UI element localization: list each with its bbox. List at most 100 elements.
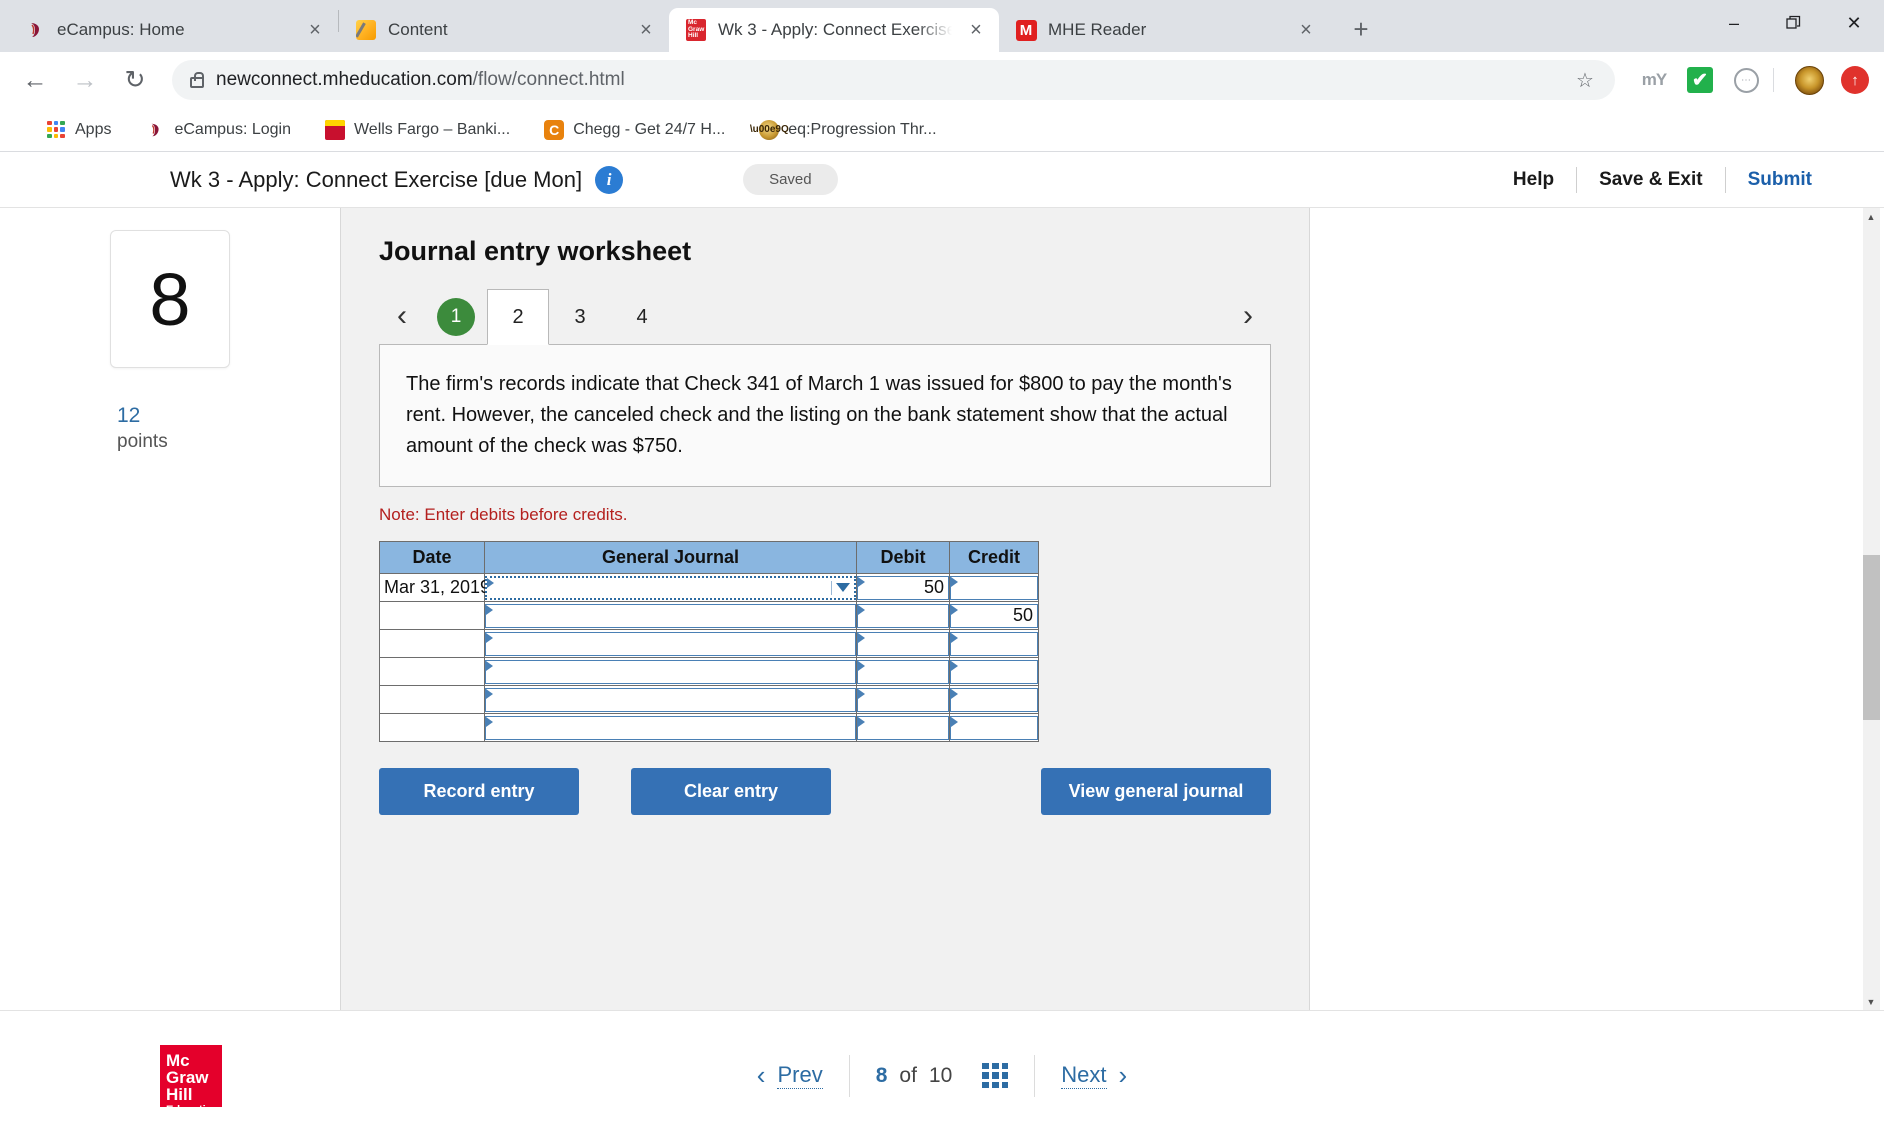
red-arrow-extension-icon[interactable]: ↑ bbox=[1838, 63, 1872, 97]
chevron-down-icon[interactable] bbox=[836, 583, 850, 592]
tab-title: MHE Reader bbox=[1048, 20, 1147, 39]
debit-input[interactable] bbox=[857, 715, 949, 740]
scrollbar-track[interactable] bbox=[1862, 225, 1880, 993]
credit-input[interactable] bbox=[950, 659, 1038, 684]
back-icon[interactable]: ← bbox=[12, 57, 58, 103]
scroll-down-icon[interactable]: ▼ bbox=[1862, 993, 1880, 1010]
browser-tab-ecampus-home[interactable]: eCampus: Home × bbox=[8, 8, 338, 52]
step-tab-3[interactable]: 3 bbox=[549, 289, 611, 345]
mcgraw-hill-icon: Mc Graw Hill bbox=[686, 19, 706, 41]
column-header-date: Date bbox=[379, 541, 485, 574]
account-select[interactable] bbox=[485, 603, 856, 628]
browser-toolbar: ← → ↻ newconnect.mheducation.com/flow/co… bbox=[0, 52, 1884, 108]
account-select[interactable] bbox=[485, 631, 856, 656]
record-entry-button[interactable]: Record entry bbox=[379, 768, 579, 815]
step-tab-1[interactable]: 1 bbox=[425, 289, 487, 345]
bookmark-eq-progression[interactable]: \u00e9Q eq:Progression Thr... bbox=[747, 115, 948, 145]
bookmark-ecampus-login[interactable]: eCampus: Login bbox=[133, 115, 303, 145]
address-bar[interactable]: newconnect.mheducation.com/flow/connect.… bbox=[172, 60, 1615, 100]
debit-input[interactable] bbox=[857, 659, 949, 684]
circle-extension-icon[interactable]: ⋯ bbox=[1729, 63, 1763, 97]
info-icon[interactable]: i bbox=[595, 165, 624, 194]
header-actions: Help Save & Exit Submit bbox=[1491, 166, 1834, 193]
step-tab-4[interactable]: 4 bbox=[611, 289, 673, 345]
reload-icon[interactable]: ↻ bbox=[112, 57, 158, 103]
bookmarks-bar: Apps eCampus: Login Wells Fargo – Banki.… bbox=[0, 108, 1884, 152]
table-header-row: Date General Journal Debit Credit bbox=[379, 541, 1039, 574]
worksheet-title: Journal entry worksheet bbox=[379, 236, 692, 266]
account-select[interactable] bbox=[485, 687, 856, 712]
divider bbox=[831, 580, 832, 595]
steps-next-icon[interactable]: › bbox=[1225, 301, 1271, 345]
university-seal-icon[interactable] bbox=[1792, 63, 1826, 97]
table-row bbox=[379, 713, 1039, 742]
debit-input[interactable]: 50 bbox=[857, 575, 949, 600]
bookmark-star-icon[interactable]: ☆ bbox=[1567, 62, 1603, 98]
credit-input[interactable] bbox=[950, 631, 1038, 656]
scrollbar-thumb[interactable] bbox=[1862, 555, 1880, 720]
browser-tab-connect-exercise[interactable]: Mc Graw Hill Wk 3 - Apply: Connect Exercis… bbox=[669, 8, 999, 52]
browser-window: eCampus: Home × Content × Mc Graw Hill Wk … bbox=[0, 0, 1884, 1140]
debit-input[interactable] bbox=[857, 603, 949, 628]
eq-icon: \u00e9Q bbox=[750, 119, 789, 140]
browser-titlebar: eCampus: Home × Content × Mc Graw Hill Wk … bbox=[0, 0, 1884, 52]
close-icon[interactable]: × bbox=[1293, 17, 1319, 43]
pencil-icon bbox=[355, 19, 377, 41]
account-select[interactable] bbox=[485, 715, 856, 740]
of-label: of bbox=[899, 1063, 917, 1087]
credit-input[interactable] bbox=[950, 575, 1038, 600]
points-block: 12 points bbox=[110, 404, 230, 453]
browser-tab-content[interactable]: Content × bbox=[339, 8, 669, 52]
help-button[interactable]: Help bbox=[1491, 169, 1576, 191]
chevron-right-icon: › bbox=[1118, 1060, 1128, 1090]
my-extension-icon[interactable]: mY bbox=[1637, 63, 1671, 97]
page-title: Wk 3 - Apply: Connect Exercise [due Mon] bbox=[170, 166, 583, 192]
worksheet-actions: Record entry Clear entry View general jo… bbox=[379, 768, 1271, 815]
debit-input[interactable] bbox=[857, 631, 949, 656]
minimize-icon[interactable]: – bbox=[1704, 0, 1764, 46]
question-grid-icon[interactable] bbox=[982, 1062, 1009, 1089]
bookmark-wells-fargo[interactable]: Wells Fargo – Banki... bbox=[313, 115, 522, 145]
credit-input[interactable] bbox=[950, 687, 1038, 712]
forward-icon[interactable]: → bbox=[62, 57, 108, 103]
new-tab-button[interactable]: + bbox=[1341, 9, 1381, 49]
step-tabs: ‹ 1 2 3 4 › bbox=[379, 289, 1271, 345]
steps-prev-icon[interactable]: ‹ bbox=[379, 301, 425, 345]
step-tab-2[interactable]: 2 bbox=[487, 289, 549, 345]
maximize-icon[interactable] bbox=[1764, 0, 1824, 46]
debit-input[interactable] bbox=[857, 687, 949, 712]
green-check-extension-icon[interactable]: ✔ bbox=[1683, 63, 1717, 97]
close-icon[interactable]: × bbox=[633, 17, 659, 43]
debits-credits-note: Note: Enter debits before credits. bbox=[379, 505, 628, 524]
credit-input[interactable] bbox=[950, 715, 1038, 740]
date-cell[interactable]: Mar 31, 2019 bbox=[380, 577, 490, 598]
account-select[interactable] bbox=[485, 659, 856, 684]
bookmark-apps[interactable]: Apps bbox=[34, 115, 123, 145]
column-header-debit: Debit bbox=[856, 541, 950, 574]
window-controls: – ✕ bbox=[1704, 0, 1884, 52]
next-question-button[interactable]: Next › bbox=[1035, 1060, 1153, 1091]
submit-button[interactable]: Submit bbox=[1726, 169, 1834, 191]
bookmark-label: Chegg - Get 24/7 H... bbox=[573, 120, 726, 138]
account-select[interactable] bbox=[485, 575, 856, 600]
logo-line-4: Education bbox=[166, 1104, 220, 1117]
status-badge: Saved bbox=[743, 164, 838, 195]
save-and-exit-button[interactable]: Save & Exit bbox=[1577, 169, 1725, 191]
question-prompt: The firm's records indicate that Check 3… bbox=[379, 344, 1271, 487]
bookmark-chegg[interactable]: C Chegg - Get 24/7 H... bbox=[532, 115, 737, 145]
tab-title: eCampus: Home bbox=[57, 20, 185, 39]
close-icon[interactable]: × bbox=[302, 17, 328, 43]
column-header-general-journal: General Journal bbox=[484, 541, 857, 574]
credit-input[interactable]: 50 bbox=[950, 603, 1038, 628]
column-header-credit: Credit bbox=[949, 541, 1039, 574]
work-area: 8 12 points Journal entry worksheet ‹ 1 … bbox=[0, 208, 1884, 1010]
clear-entry-button[interactable]: Clear entry bbox=[631, 768, 831, 815]
close-icon[interactable]: ✕ bbox=[1824, 0, 1884, 46]
prev-question-button[interactable]: ‹ Prev bbox=[731, 1060, 849, 1091]
chevron-left-icon: ‹ bbox=[756, 1060, 766, 1090]
browser-tab-mhe-reader[interactable]: M MHE Reader × bbox=[999, 8, 1329, 52]
view-general-journal-button[interactable]: View general journal bbox=[1041, 768, 1271, 815]
content-scrollbar[interactable]: ▲ ▼ bbox=[1858, 208, 1884, 1010]
close-icon[interactable]: × bbox=[963, 17, 989, 43]
scroll-up-icon[interactable]: ▲ bbox=[1862, 208, 1880, 225]
